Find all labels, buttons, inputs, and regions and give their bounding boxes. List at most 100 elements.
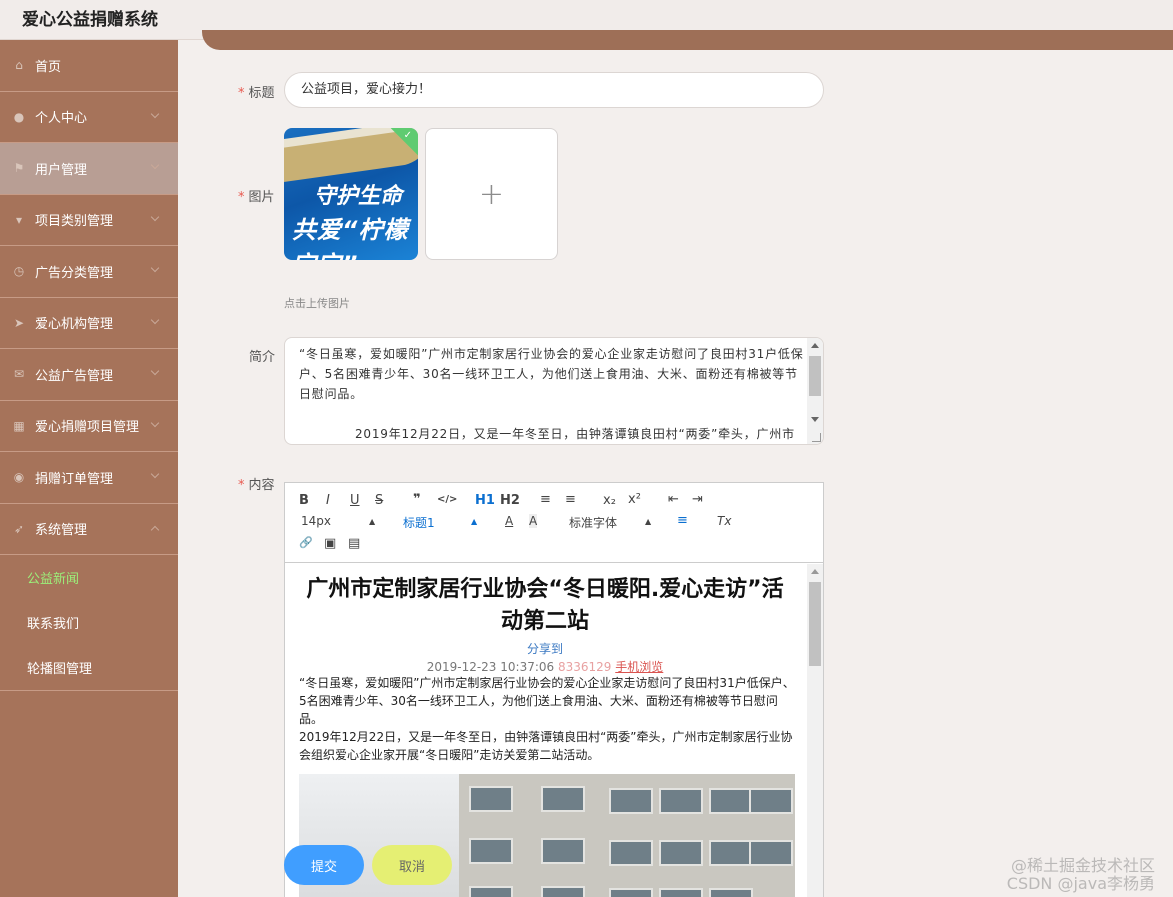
rich-text-editor: B I U S ❞ </> H1 H2 ≡ ≡ x₂ x² ⇤ ⇥ 14px ▲… [284, 482, 824, 897]
article-date: 2019-12-23 10:37:06 [426, 660, 555, 674]
image-label: * 图片 [238, 190, 275, 205]
image-text-line2: 共爱“柠檬宝宝” [292, 216, 409, 260]
ordered-list-button[interactable]: ≡ [540, 492, 551, 507]
sidebar-item-label: 系统管理 [35, 523, 88, 539]
editor-content-area[interactable]: 广州市定制家居行业协会“冬日暖阳.爱心走访”活动第二站 分享到 2019-12-… [285, 564, 823, 897]
font-family-select[interactable]: 标准字体 [569, 514, 617, 531]
cup-icon: ▾ [15, 212, 23, 227]
resize-handle[interactable] [812, 433, 821, 442]
mic-icon: ◉ [13, 470, 25, 485]
clock-icon: ◷ [13, 264, 25, 279]
sidebar-item-ad-category[interactable]: ◷ 广告分类管理 [0, 246, 178, 298]
strike-button[interactable]: S [375, 493, 383, 508]
sidebar-item-public-ads[interactable]: ✉ 公益广告管理 [0, 349, 178, 401]
sidebar-item-label: 公益广告管理 [35, 368, 114, 384]
required-mark: * [238, 190, 245, 205]
user-icon: ● [13, 109, 25, 124]
app-title: 爱心公益捐赠系统 [22, 10, 158, 30]
h2-button[interactable]: H2 [500, 493, 520, 508]
flag-icon: ⚑ [13, 161, 25, 176]
article-title: 广州市定制家居行业协会“冬日暖阳.爱心走访”活动第二站 [306, 577, 784, 634]
editor-scrollbar[interactable] [807, 564, 823, 897]
bold-button[interactable]: B [299, 493, 309, 508]
h1-button[interactable]: H1 [475, 493, 495, 508]
background-color-button[interactable]: A [529, 514, 538, 528]
sidebar-item-label: 项目类别管理 [35, 214, 114, 230]
scrollbar-thumb[interactable] [809, 356, 821, 396]
article-paragraph-2: 2019年12月22日，又是一年冬至日，由钟落谭镇良田村“两委”牵头，广州市定制… [299, 730, 793, 762]
article-body: “冬日虽寒，爱如暖阳”广州市定制家居行业协会的爱心企业家走访慰问了良田村31户低… [299, 674, 799, 764]
sidebar-item-home[interactable]: ⌂ 首页 [0, 40, 178, 92]
superscript-button[interactable]: x² [628, 492, 641, 507]
sidebar-item-system[interactable]: ➶ 系统管理 [0, 504, 178, 555]
sidebar-item-users[interactable]: ⚑ 用户管理 [0, 143, 178, 195]
indent-button[interactable]: ⇥ [692, 492, 703, 507]
sidebar-item-donation-projects[interactable]: ▦ 爱心捐赠项目管理 [0, 401, 178, 452]
intro-label: 简介 [249, 350, 276, 365]
scroll-up-icon [811, 343, 819, 348]
content-header-band [202, 30, 1173, 50]
intro-scrollbar[interactable] [807, 338, 823, 444]
mobile-view-link[interactable]: 手机浏览 [615, 660, 663, 674]
select-caret-icon: ▲ [471, 517, 478, 526]
sidebar-subitem-contact[interactable]: 联系我们 [0, 600, 178, 645]
send-icon: ➤ [13, 315, 25, 330]
sidebar-item-profile[interactable]: ● 个人中心 [0, 92, 178, 143]
quote-button[interactable]: ❞ [413, 492, 421, 507]
intro-paragraph-2: 2019年12月22日，又是一年冬至日，由钟落谭镇良田村“两委”牵头，广州市定制… [355, 427, 795, 441]
title-label: * 标题 [238, 86, 275, 101]
bullet-list-button[interactable]: ≡ [565, 492, 576, 507]
upload-image-button[interactable]: + [425, 128, 558, 260]
sidebar-item-project-category[interactable]: ▾ 项目类别管理 [0, 195, 178, 246]
article-paragraph-1: “冬日虽寒，爱如暖阳”广州市定制家居行业协会的爱心企业家走访慰问了良田村31户低… [299, 676, 795, 726]
sidebar-item-organization[interactable]: ➤ 爱心机构管理 [0, 298, 178, 349]
scroll-down-icon [811, 417, 819, 422]
video-button[interactable]: ▤ [348, 536, 360, 551]
cancel-button[interactable]: 取消 [372, 845, 452, 885]
image-button[interactable]: ▣ [324, 536, 336, 551]
code-button[interactable]: </> [437, 494, 457, 505]
chevron-down-icon [150, 315, 160, 324]
align-button[interactable]: ≡ [677, 513, 688, 528]
editor-toolbar: B I U S ❞ </> H1 H2 ≡ ≡ x₂ x² ⇤ ⇥ 14px ▲… [285, 483, 823, 563]
title-input[interactable]: 公益项目，爱心接力！ [284, 72, 824, 108]
italic-button[interactable]: I [326, 493, 330, 508]
sidebar-item-label: 爱心捐赠项目管理 [35, 420, 140, 436]
chevron-down-icon [150, 160, 160, 170]
select-caret-icon: ▲ [369, 517, 376, 526]
outdent-button[interactable]: ⇤ [668, 492, 679, 507]
uploaded-image-thumbnail[interactable]: 守护生命 共爱“柠檬宝宝” ✓ [284, 128, 418, 260]
header-select[interactable]: 标题1 [403, 514, 435, 531]
intro-textarea[interactable]: “冬日虽寒，爱如暖阳”广州市定制家居行业协会的爱心企业家走访慰问了良田村31户低… [284, 337, 824, 445]
submit-button[interactable]: 提交 [284, 845, 364, 885]
chevron-down-icon [150, 366, 160, 376]
sidebar-item-label: 个人中心 [35, 111, 88, 127]
article-meta: 2019-12-23 10:37:06 8336129 手机浏览 [305, 658, 785, 675]
sidebar-item-donation-orders[interactable]: ◉ 捐赠订单管理 [0, 452, 178, 504]
sidebar-item-label: 广告分类管理 [35, 265, 114, 281]
sidebar-subitem-news[interactable]: 公益新闻 [0, 555, 178, 600]
sidebar-item-label: 爱心机构管理 [35, 317, 114, 333]
check-icon: ✓ [403, 130, 412, 141]
watermark-line2: CSDN @java李杨勇 [1006, 874, 1155, 893]
text-color-button[interactable]: A [505, 514, 513, 528]
share-link[interactable]: 分享到 [305, 640, 785, 657]
link-button[interactable]: 🔗 [299, 536, 313, 549]
home-icon: ⌂ [15, 58, 23, 73]
clean-format-button[interactable]: Tx [717, 514, 731, 528]
chevron-down-icon [150, 109, 160, 118]
font-size-select[interactable]: 14px [301, 514, 331, 528]
content-label: * 内容 [238, 478, 275, 493]
sidebar-item-label: 捐赠订单管理 [35, 471, 114, 487]
scrollbar-thumb[interactable] [809, 582, 821, 666]
subscript-button[interactable]: x₂ [603, 493, 616, 508]
intro-paragraph-1: “冬日虽寒，爱如暖阳”广州市定制家居行业协会的爱心企业家走访慰问了良田村31户低… [299, 347, 804, 401]
chevron-down-icon [150, 263, 160, 273]
article-photo [299, 774, 795, 897]
upload-hint: 点击上传图片 [284, 297, 350, 310]
chevron-up-icon [150, 525, 160, 534]
underline-button[interactable]: U [350, 493, 360, 508]
sidebar-subitem-carousel[interactable]: 轮播图管理 [0, 645, 178, 690]
scroll-up-icon [811, 569, 819, 574]
chevron-down-icon [150, 418, 160, 427]
